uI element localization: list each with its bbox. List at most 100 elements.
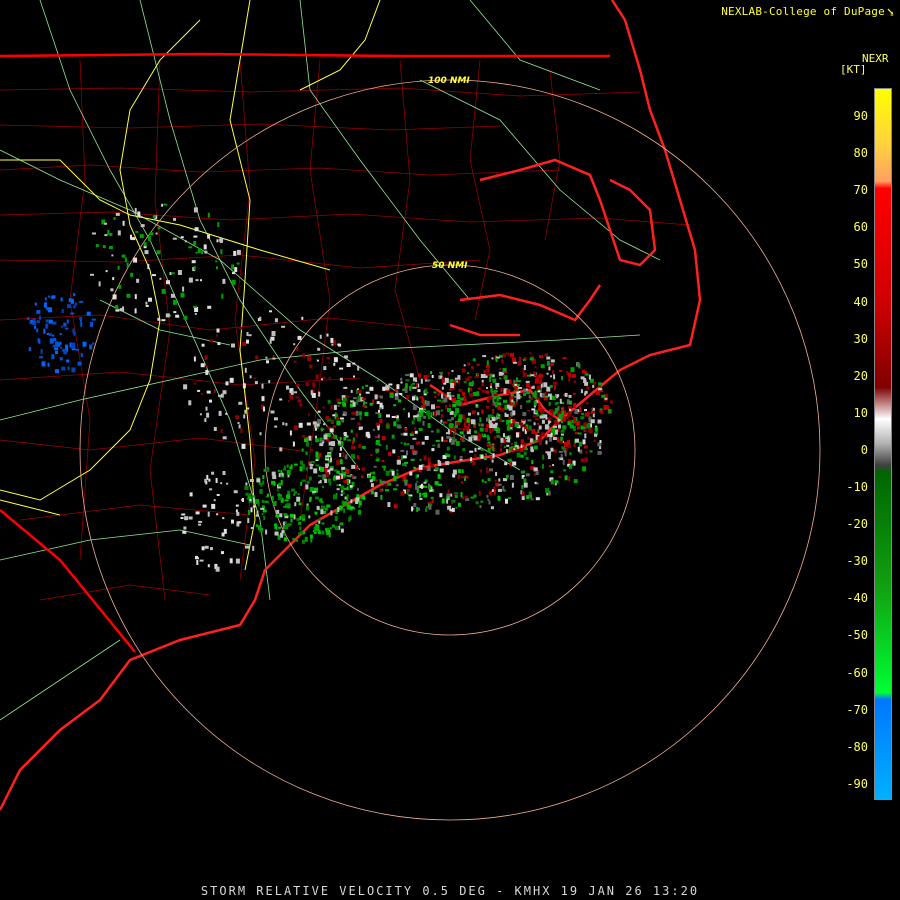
radar-echo-pixel (278, 473, 281, 478)
radar-echo-pixel (511, 399, 514, 403)
radar-echo-pixel (222, 517, 225, 520)
radar-echo-pixel (183, 526, 187, 530)
radar-echo-pixel (369, 479, 373, 483)
radar-echo-pixel (250, 527, 254, 529)
range-ring-label-100: 100 NMI (428, 76, 470, 86)
radar-echo-pixel (385, 385, 390, 391)
radar-echo-pixel (307, 355, 312, 361)
radar-echo-pixel (422, 420, 425, 426)
radar-echo-pixel (102, 245, 106, 249)
radar-echo-pixel (482, 355, 487, 358)
radar-echo-pixel (427, 374, 430, 378)
radar-echo-pixel (504, 462, 508, 466)
radar-echo-pixel (488, 378, 491, 381)
radar-echo-pixel (597, 385, 601, 388)
radar-echo-pixel (340, 528, 344, 533)
radar-echo-pixel (210, 547, 213, 551)
radar-echo-pixel (338, 505, 343, 511)
radar-echo-pixel (476, 373, 479, 376)
radar-echo-pixel (412, 437, 417, 440)
radar-echo-pixel (480, 454, 484, 459)
radar-echo-pixel (326, 357, 331, 360)
radar-echo-pixel (558, 457, 561, 460)
radar-echo-pixel (295, 396, 300, 399)
radar-echo-pixel (241, 443, 246, 449)
radar-echo-pixel (263, 515, 266, 520)
radar-echo-pixel (322, 406, 325, 409)
radar-echo-pixel (95, 244, 99, 248)
radar-echo-pixel (486, 405, 489, 409)
legend-tick-label: -50 (846, 628, 868, 643)
radar-echo-pixel (345, 400, 348, 403)
radar-echo-pixel (351, 445, 355, 450)
radar-echo-pixel (147, 235, 151, 241)
radar-echo-pixel (92, 342, 95, 345)
radar-echo-pixel (189, 492, 193, 497)
radar-echo-pixel (526, 400, 530, 403)
radar-echo-pixel (262, 475, 265, 479)
radar-echo-pixel (380, 494, 383, 500)
radar-echo-pixel (446, 493, 451, 497)
radar-echo-pixel (550, 363, 555, 367)
radar-echo-pixel (500, 437, 504, 443)
radar-echoes (27, 203, 613, 572)
radar-echo-pixel (388, 452, 392, 456)
radar-echo-pixel (194, 227, 199, 232)
radar-echo-pixel (304, 536, 308, 542)
radar-echo-pixel (306, 505, 309, 511)
radar-echo-pixel (220, 428, 223, 433)
radar-echo-pixel (525, 456, 529, 460)
radar-echo-pixel (201, 546, 205, 551)
radar-echo-pixel (529, 357, 534, 361)
radar-echo-pixel (426, 410, 431, 416)
radar-echo-pixel (451, 417, 454, 421)
radar-echo-pixel (201, 393, 203, 395)
radar-echo-pixel (549, 384, 553, 388)
radar-echo-pixel (531, 460, 534, 465)
radar-map: 50 NMI 100 NMI (0, 0, 821, 821)
radar-echo-pixel (435, 439, 440, 442)
radar-echo-pixel (499, 368, 502, 370)
radar-echo-pixel (509, 446, 513, 449)
radar-echo-pixel (134, 207, 137, 213)
radar-echo-pixel (233, 250, 237, 256)
radar-echo-pixel (539, 355, 543, 359)
radar-echo-pixel (460, 476, 465, 479)
radar-echo-pixel (423, 375, 428, 380)
radar-echo-pixel (544, 392, 547, 395)
radar-echo-pixel (243, 414, 246, 419)
radar-echo-pixel (309, 466, 313, 470)
radar-echo-pixel (415, 474, 418, 480)
radar-echo-pixel (452, 403, 457, 407)
radar-echo-pixel (490, 456, 493, 460)
radar-echo-pixel (300, 531, 304, 535)
radar-echo-pixel (117, 265, 120, 270)
radar-echo-pixel (73, 331, 76, 336)
radar-echo-pixel (357, 365, 360, 371)
radar-echo-pixel (379, 395, 383, 399)
radar-echo-pixel (329, 447, 334, 451)
radar-echo-pixel (309, 534, 313, 539)
radar-echo-pixel (39, 356, 43, 359)
radar-echo-pixel (534, 366, 537, 369)
radar-echo-pixel (329, 527, 332, 530)
radar-echo-pixel (188, 400, 192, 406)
radar-echo-pixel (504, 375, 508, 381)
radar-echo-pixel (317, 410, 321, 413)
radar-echo-pixel (397, 455, 400, 459)
radar-echo-pixel (419, 498, 423, 500)
radar-echo-pixel (435, 509, 440, 515)
radar-echo-pixel (569, 409, 571, 411)
radar-echo-pixel (491, 459, 494, 463)
radar-echo-pixel (487, 414, 490, 418)
radar-echo-pixel (271, 331, 276, 336)
radar-echo-pixel (378, 413, 382, 418)
radar-echo-pixel (491, 403, 494, 405)
radar-echo-pixel (357, 395, 361, 400)
radar-echo-pixel (343, 472, 347, 477)
radar-echo-pixel (245, 545, 249, 549)
radar-echo-pixel (281, 530, 285, 534)
radar-echo-pixel (404, 461, 408, 464)
radar-echo-pixel (533, 400, 537, 406)
radar-echo-pixel (306, 441, 309, 447)
